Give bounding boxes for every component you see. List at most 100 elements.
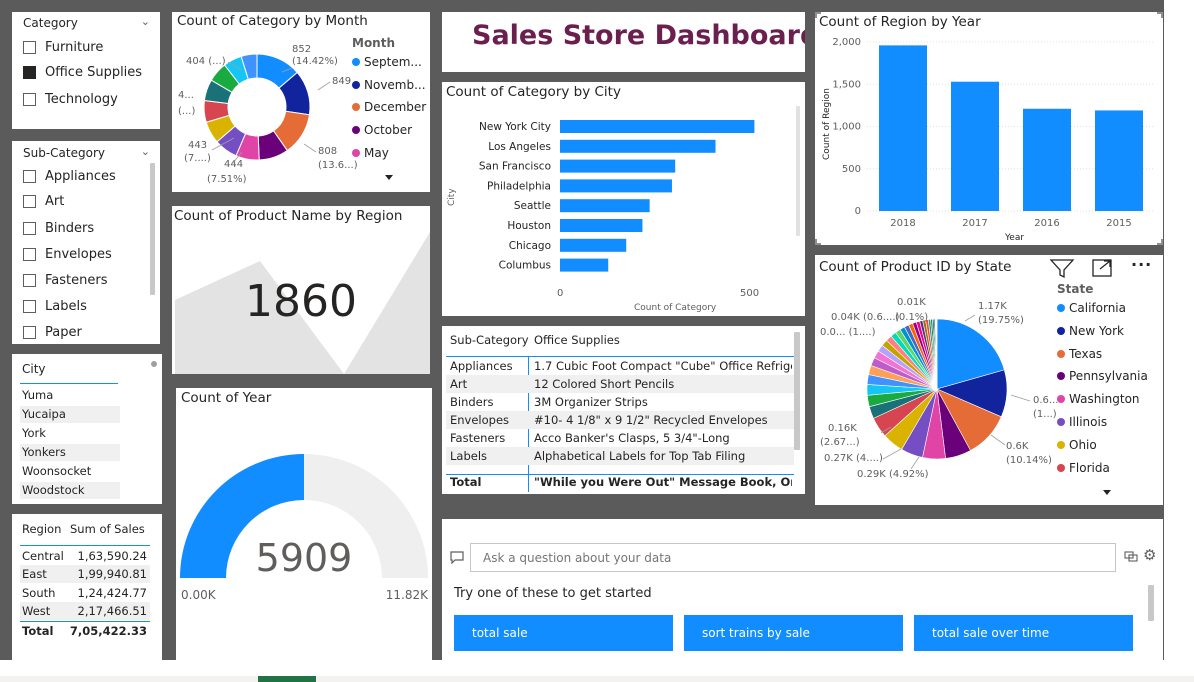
checkbox-checked-icon[interactable] bbox=[23, 65, 36, 79]
subcat-table-header-2[interactable]: Office Supplies bbox=[534, 333, 620, 347]
region-cell: West bbox=[22, 604, 51, 618]
legend-label: Ohio bbox=[1069, 437, 1097, 452]
city-bar[interactable] bbox=[560, 219, 643, 232]
sales-cell: 1,99,940.81 bbox=[77, 567, 148, 581]
region-bar[interactable] bbox=[1095, 110, 1143, 211]
table-row: Art 12 Colored Short Pencils bbox=[446, 375, 794, 393]
donut-legend-item[interactable]: December bbox=[352, 100, 426, 114]
region-year-bar-chart[interactable]: Count of Region Year 0 500 1,000 1,500 2,000… bbox=[815, 12, 1163, 245]
table-row: South 1,24,424.77 bbox=[20, 584, 150, 602]
region-bar[interactable] bbox=[879, 45, 927, 211]
settings-gear-icon[interactable]: ⚙ bbox=[1143, 546, 1156, 564]
region-chart-xlabel: Year bbox=[1004, 233, 1024, 243]
pie-label: (10.14%) bbox=[1006, 455, 1052, 466]
pie-legend-item[interactable]: Illinois bbox=[1057, 415, 1107, 429]
category-item-furniture[interactable]: Furniture bbox=[23, 37, 103, 57]
checkbox-icon[interactable] bbox=[23, 273, 36, 287]
donut-legend-item[interactable]: May bbox=[352, 146, 389, 160]
product-cell: 1.7 Cubic Foot Compact "Cube" Office Ref… bbox=[534, 359, 792, 373]
city-item[interactable]: Woodstock bbox=[20, 482, 120, 499]
legend-label: Texas bbox=[1069, 346, 1103, 361]
resize-corner-icon[interactable] bbox=[815, 12, 821, 18]
subcat-table-header-1[interactable]: Sub-Category bbox=[450, 333, 529, 347]
city-x-tick: 0 bbox=[557, 288, 563, 299]
city-bar[interactable] bbox=[560, 120, 755, 133]
category-item-office-supplies[interactable]: Office Supplies bbox=[23, 62, 142, 82]
pie-legend-item[interactable]: Ohio bbox=[1057, 438, 1097, 452]
table-row: Envelopes #10- 4 1/8" x 9 1/2" Recycled E… bbox=[446, 411, 794, 429]
city-item[interactable]: York bbox=[20, 425, 120, 442]
page-tab-active[interactable] bbox=[258, 676, 316, 682]
pie-legend-title: State bbox=[1057, 282, 1094, 296]
subcategory-item-paper[interactable]: Paper bbox=[23, 322, 82, 342]
legend-dot-icon bbox=[352, 126, 360, 134]
pie-legend-item[interactable]: Pennsylvania bbox=[1057, 369, 1148, 383]
city-bar[interactable] bbox=[560, 238, 627, 252]
donut-legend-item[interactable]: Septem... bbox=[352, 55, 422, 69]
resize-corner-icon[interactable] bbox=[1157, 239, 1163, 245]
table-header-region[interactable]: Region bbox=[22, 522, 61, 536]
pie-legend-item[interactable]: California bbox=[1057, 301, 1126, 315]
checkbox-icon[interactable] bbox=[23, 194, 36, 208]
donut-label: 443 bbox=[188, 140, 207, 151]
qa-question-input[interactable] bbox=[470, 543, 1116, 572]
subcategory-item-labels[interactable]: Labels bbox=[23, 296, 87, 316]
checkbox-icon[interactable] bbox=[23, 221, 36, 235]
resize-corner-icon[interactable] bbox=[815, 239, 821, 245]
checkbox-icon[interactable] bbox=[23, 92, 36, 106]
suggestion-button-total-sale[interactable]: total sale bbox=[454, 615, 673, 651]
legend-scroll-down-icon[interactable] bbox=[1103, 490, 1111, 495]
donut-legend-item[interactable]: Novemb... bbox=[352, 78, 426, 92]
donut-label: 404 (...) bbox=[186, 56, 226, 67]
checkbox-icon[interactable] bbox=[23, 40, 36, 54]
city-bar[interactable] bbox=[560, 159, 676, 173]
suggestion-button-sort-trains[interactable]: sort trains by sale bbox=[684, 615, 903, 651]
subcategory-scrollbar[interactable] bbox=[150, 163, 155, 295]
subcategory-item-art[interactable]: Art bbox=[23, 191, 64, 211]
city-bar[interactable] bbox=[560, 179, 672, 193]
pie-label: 1.17K bbox=[978, 301, 1007, 312]
pie-leader-line bbox=[964, 314, 976, 322]
pie-legend-item[interactable]: Texas bbox=[1057, 347, 1102, 361]
city-bar[interactable] bbox=[560, 139, 716, 153]
product-card-value: 1860 bbox=[245, 276, 357, 327]
city-item[interactable]: Yucaipa bbox=[20, 406, 120, 423]
region-bar[interactable] bbox=[951, 81, 999, 211]
pie-legend-item[interactable]: Washington bbox=[1057, 392, 1140, 406]
city-item[interactable]: Yonkers bbox=[20, 444, 120, 461]
subcategory-item-fasteners[interactable]: Fasteners bbox=[23, 270, 107, 290]
checkbox-icon[interactable] bbox=[23, 169, 36, 183]
show-all-questions-icon[interactable] bbox=[1124, 549, 1138, 566]
city-bar-chart[interactable]: City Count of Category 0 500 New York Ci… bbox=[442, 82, 805, 316]
region-bar[interactable] bbox=[1023, 108, 1071, 211]
legend-dot-icon bbox=[1057, 463, 1065, 472]
city-bar[interactable] bbox=[560, 258, 609, 272]
checkbox-icon[interactable] bbox=[23, 247, 36, 261]
city-bar[interactable] bbox=[560, 199, 650, 213]
subcat-table-scrollbar[interactable] bbox=[794, 332, 800, 450]
legend-scroll-down-icon[interactable] bbox=[385, 175, 393, 180]
subcategory-item-envelopes[interactable]: Envelopes bbox=[23, 244, 112, 264]
table-header-sales[interactable]: Sum of Sales bbox=[70, 522, 145, 536]
checkbox-icon[interactable] bbox=[23, 299, 36, 313]
city-item[interactable]: Woonsocket bbox=[20, 463, 120, 480]
checkbox-icon[interactable] bbox=[23, 325, 36, 339]
pie-label: 0.04K (0.6....) bbox=[831, 312, 900, 323]
city-item[interactable]: Yuma bbox=[20, 387, 120, 404]
donut-label: 444 bbox=[224, 159, 243, 170]
subcategory-item-binders[interactable]: Binders bbox=[23, 218, 94, 238]
region-y-tick: 500 bbox=[842, 164, 861, 175]
city-scroll-dot[interactable] bbox=[151, 361, 157, 367]
chevron-down-icon[interactable]: ⌄ bbox=[141, 145, 150, 158]
pie-legend-item[interactable]: Florida bbox=[1057, 461, 1110, 475]
pie-legend-item[interactable]: New York bbox=[1057, 324, 1124, 338]
suggestion-button-sale-over-time[interactable]: total sale over time bbox=[914, 615, 1133, 651]
category-item-technology[interactable]: Technology bbox=[23, 89, 118, 109]
subcategory-item-appliances[interactable]: Appliances bbox=[23, 166, 116, 186]
city-chart-scrollbar[interactable] bbox=[796, 106, 800, 236]
resize-corner-icon[interactable] bbox=[1157, 12, 1163, 18]
chevron-down-icon[interactable]: ⌄ bbox=[141, 15, 150, 28]
donut-legend-item[interactable]: October bbox=[352, 123, 412, 137]
qa-scrollbar[interactable] bbox=[1148, 585, 1154, 621]
donut-label: 4... bbox=[178, 90, 194, 101]
